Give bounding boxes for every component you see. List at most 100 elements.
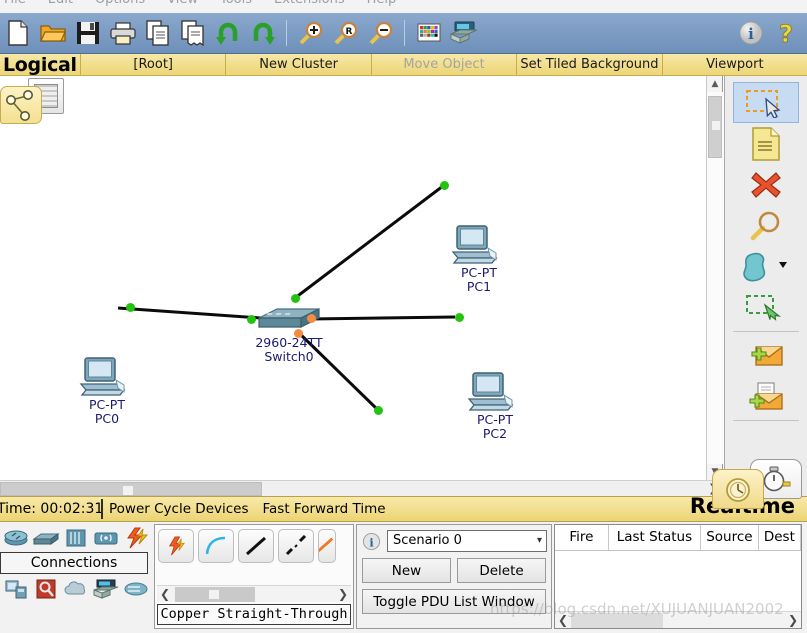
undo-icon[interactable] (212, 16, 243, 50)
custom-device-icon[interactable] (448, 16, 479, 50)
scroll-up-icon[interactable]: ▲ (707, 76, 723, 92)
root-cluster-icon (0, 86, 42, 124)
paste-icon[interactable] (177, 16, 208, 50)
pdu-horizontal-scrollbar[interactable]: ❮ ❯ (555, 611, 801, 628)
menu-item-help[interactable]: Help (367, 0, 397, 7)
palette-divider-2 (733, 420, 799, 421)
power-cycle-devices-button[interactable]: Power Cycle Devices (109, 501, 249, 517)
toggle-pdu-list-window-button[interactable]: Toggle PDU List Window (362, 589, 546, 614)
conn-scroll-track[interactable] (175, 587, 333, 602)
main-toolbar: R i ? (0, 13, 807, 54)
delete-scenario-button[interactable]: Delete (457, 558, 546, 583)
pdu-scroll-left-icon[interactable]: ❮ (555, 613, 571, 627)
inspect-tool[interactable] (733, 205, 799, 246)
delete-tool[interactable] (733, 164, 799, 205)
link-status-pc0 (126, 303, 135, 312)
copy-icon[interactable] (142, 16, 173, 50)
pdu-scroll-right-icon[interactable]: ❯ (785, 613, 801, 627)
device-pc1[interactable]: PC-PT PC1 (450, 224, 508, 294)
pc-icon (79, 357, 126, 396)
pdu-column-source[interactable]: Source (701, 525, 759, 550)
conn-scroll-left-icon[interactable]: ❮ (157, 587, 173, 601)
hub-icon[interactable] (61, 525, 91, 551)
help-icon[interactable]: ? (770, 16, 801, 50)
pdu-column-last-status[interactable]: Last Status (609, 525, 702, 550)
redo-icon[interactable] (247, 16, 278, 50)
palette-icon[interactable] (413, 16, 444, 50)
link-pc1-switch0 (294, 184, 444, 300)
conn-scroll-right-icon[interactable]: ❯ (335, 587, 351, 601)
info-icon[interactable]: i (735, 16, 766, 50)
chevron-down-icon: ▾ (536, 535, 542, 546)
fast-forward-time-button[interactable]: Fast Forward Time (263, 501, 386, 517)
fiber-cable-button[interactable] (318, 529, 336, 563)
hscroll-thumb[interactable] (0, 482, 262, 496)
wireless-icon[interactable] (91, 525, 121, 551)
pdu-scroll-thumb[interactable] (571, 613, 663, 628)
clock-icon (726, 478, 750, 502)
security-icon[interactable] (31, 576, 61, 602)
resize-shape-tool[interactable] (733, 287, 799, 328)
zoom-reset-icon[interactable]: R (330, 16, 361, 50)
zoom-out-icon[interactable] (365, 16, 396, 50)
copper-crossover-button[interactable] (278, 529, 314, 563)
menu-item-options[interactable]: Options (95, 0, 145, 7)
new-file-icon[interactable] (2, 16, 33, 50)
menu-item-view[interactable]: View (167, 0, 198, 7)
save-icon[interactable] (72, 16, 103, 50)
multiuser-icon[interactable] (121, 576, 151, 602)
realtime-mode-tab[interactable] (712, 469, 764, 509)
menu-item-extensions[interactable]: Extensions (274, 0, 345, 7)
add-simple-pdu-tool[interactable] (733, 335, 799, 376)
print-icon[interactable] (107, 16, 138, 50)
add-complex-pdu-tool[interactable] (733, 376, 799, 417)
wan-cloud-icon[interactable] (61, 576, 91, 602)
nav-item-set-tiled-background[interactable]: Set Tiled Background (516, 53, 661, 76)
nav-item-root[interactable]: [Root] (80, 53, 225, 76)
end-devices-icon[interactable] (1, 576, 31, 602)
draw-shape-tool[interactable] (733, 246, 799, 287)
stopwatch-icon (763, 466, 791, 492)
logical-workspace[interactable]: PC-PT PC0 PC-PT PC1 PC-PT PC2 2960-24TT … (0, 76, 706, 480)
console-cable-button[interactable] (198, 529, 234, 563)
scenario-info-icon[interactable]: i (362, 532, 381, 551)
scenario-select[interactable]: Scenario 0 ▾ (387, 530, 547, 552)
device-pc2[interactable]: PC-PT PC2 (466, 371, 524, 441)
new-scenario-button[interactable]: New (362, 558, 451, 583)
open-folder-icon[interactable] (37, 16, 68, 50)
canvas-horizontal-scrollbar[interactable]: ❯ (0, 480, 723, 496)
zoom-in-icon[interactable] (295, 16, 326, 50)
pdu-column-dest[interactable]: Dest (759, 525, 801, 550)
connections-icon[interactable] (121, 525, 151, 551)
bottom-panel: Connections ❮ ❯ Copper Straight-Through … (0, 522, 807, 633)
place-note-tool[interactable] (733, 123, 799, 164)
pdu-column-fire[interactable]: Fire (555, 525, 609, 550)
switch-icon[interactable] (31, 525, 61, 551)
root-cluster-tab[interactable] (0, 78, 70, 124)
canvas-vertical-scrollbar[interactable]: ▲ ▼ (706, 76, 723, 480)
device-pc0[interactable]: PC-PT PC0 (78, 356, 136, 426)
nav-item-new-cluster[interactable]: New Cluster (225, 53, 370, 76)
magnifier-icon (750, 211, 780, 240)
select-tool[interactable] (733, 82, 799, 123)
device-switch0-name: Switch0 (264, 349, 314, 364)
scenario-select-value: Scenario 0 (393, 533, 462, 548)
switch-port-status-pc3 (294, 329, 303, 338)
copper-straight-button[interactable] (238, 529, 274, 563)
router-icon[interactable] (1, 525, 31, 551)
simulation-status-bar: Time: 00:02:31 Power Cycle Devices Fast … (0, 496, 807, 522)
nav-item-viewport[interactable]: Viewport (661, 53, 807, 76)
switch-port-status-pc0 (247, 315, 256, 324)
auto-connection-button[interactable] (158, 529, 194, 563)
device-pc0-type: PC-PT (89, 397, 125, 412)
complex-pdu-envelope-icon (749, 381, 783, 410)
menu-item-edit[interactable]: Edit (48, 0, 73, 7)
custom-made-icon[interactable] (91, 576, 121, 602)
connection-scrollbar[interactable]: ❮ ❯ (157, 585, 351, 602)
menu-item-file[interactable]: File (4, 0, 26, 7)
vscroll-thumb[interactable] (708, 96, 722, 158)
menu-item-tools[interactable]: Tools (220, 0, 252, 7)
conn-scroll-thumb[interactable] (175, 587, 255, 602)
device-switch0[interactable]: 2960-24TT Switch0 (240, 304, 338, 364)
pdu-table-body[interactable] (555, 551, 801, 603)
